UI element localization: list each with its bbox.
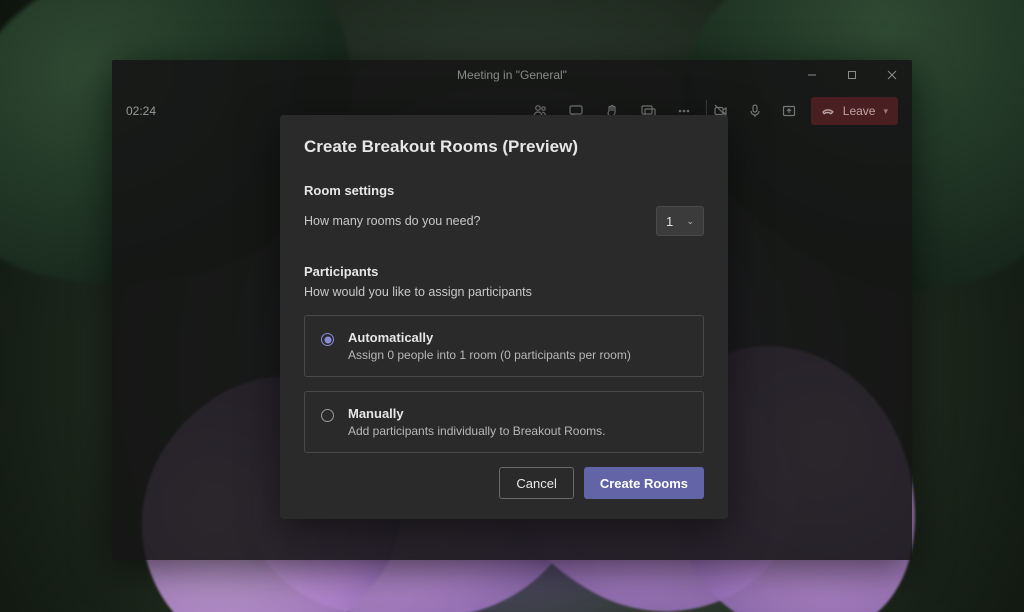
room-count-question: How many rooms do you need? xyxy=(304,214,480,228)
participants-question: How would you like to assign participant… xyxy=(304,285,704,299)
chevron-down-icon: ▾ xyxy=(883,106,888,117)
leave-label: Leave xyxy=(843,104,876,118)
room-count-select[interactable]: 1 ⌄ xyxy=(656,206,704,236)
dialog-actions: Cancel Create Rooms xyxy=(304,467,704,499)
option-subtitle: Add participants individually to Breakou… xyxy=(348,424,605,438)
window-title: Meeting in "General" xyxy=(457,68,567,82)
radio-automatically[interactable] xyxy=(321,333,334,346)
hangup-icon xyxy=(821,104,835,118)
minimize-button[interactable] xyxy=(792,60,832,90)
maximize-button[interactable] xyxy=(832,60,872,90)
option-title: Manually xyxy=(348,406,605,421)
option-subtitle: Assign 0 people into 1 room (0 participa… xyxy=(348,348,631,362)
create-breakout-rooms-dialog: Create Breakout Rooms (Preview) Room set… xyxy=(280,115,728,519)
assign-option-automatically[interactable]: Automatically Assign 0 people into 1 roo… xyxy=(304,315,704,377)
mic-icon[interactable] xyxy=(747,103,763,119)
radio-manually[interactable] xyxy=(321,409,334,422)
room-count-value: 1 xyxy=(666,214,673,229)
assign-option-manually[interactable]: Manually Add participants individually t… xyxy=(304,391,704,453)
share-icon[interactable] xyxy=(781,103,797,119)
chevron-down-icon: ⌄ xyxy=(686,216,694,227)
room-settings-heading: Room settings xyxy=(304,183,704,198)
window-controls xyxy=(792,60,912,90)
leave-button[interactable]: Leave ▾ xyxy=(811,97,898,125)
option-title: Automatically xyxy=(348,330,631,345)
titlebar: Meeting in "General" xyxy=(112,60,912,90)
close-button[interactable] xyxy=(872,60,912,90)
participants-heading: Participants xyxy=(304,264,704,279)
cancel-button[interactable]: Cancel xyxy=(499,467,573,499)
create-rooms-button[interactable]: Create Rooms xyxy=(584,467,704,499)
dialog-title: Create Breakout Rooms (Preview) xyxy=(304,137,704,157)
meeting-timer: 02:24 xyxy=(126,104,156,118)
